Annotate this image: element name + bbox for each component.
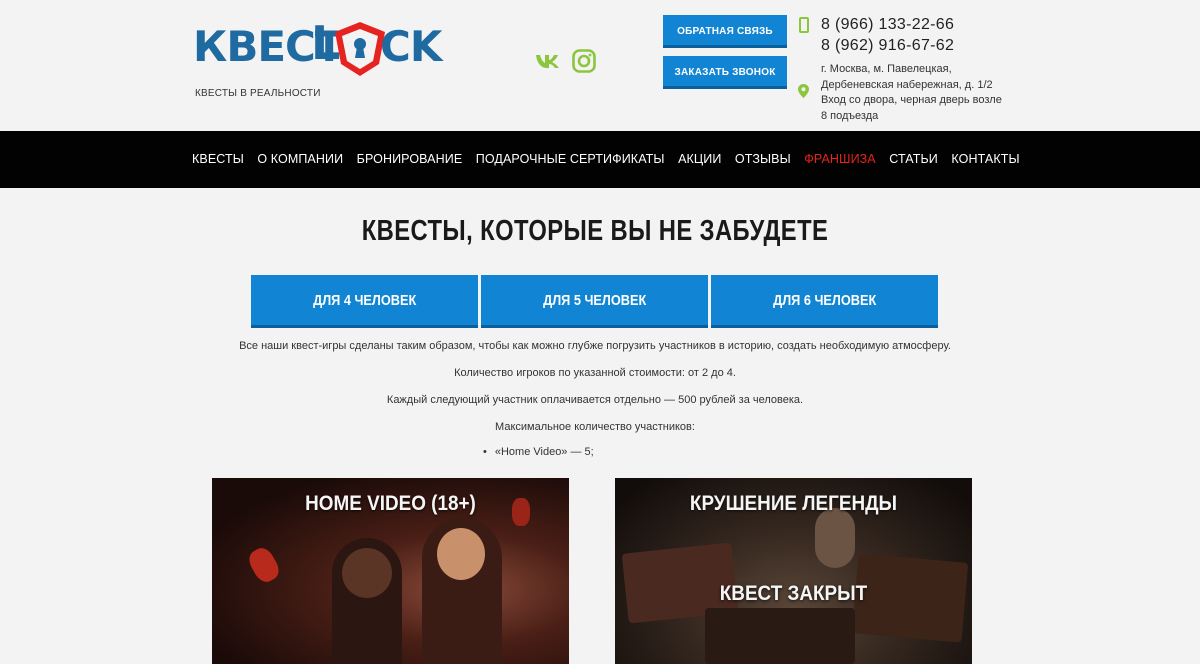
location-pin-icon bbox=[798, 84, 809, 98]
phone-number-1[interactable]: 8 (966) 133-22-66 bbox=[821, 16, 954, 34]
intro-paragraph: Все наши квест-игры сделаны таким образо… bbox=[239, 340, 951, 352]
phone-number-2[interactable]: 8 (962) 916-67-62 bbox=[821, 37, 954, 55]
main-nav: КВЕСТЫ О КОМПАНИИ БРОНИРОВАНИЕ ПОДАРОЧНЫ… bbox=[0, 131, 1200, 188]
card-title: HOME VIDEO (18+) bbox=[305, 492, 476, 515]
nav-item-contacts[interactable]: КОНТАКТЫ bbox=[951, 152, 1019, 166]
tagline: КВЕСТЫ В РЕАЛЬНОСТИ bbox=[195, 88, 321, 99]
logo[interactable]: КВЕСТ L CK bbox=[193, 18, 483, 88]
tab-5-people[interactable]: ДЛЯ 5 ЧЕЛОВЕК bbox=[481, 275, 708, 328]
nav-item-quests[interactable]: КВЕСТЫ bbox=[192, 152, 244, 166]
list-item: «Home Video» — 5; bbox=[483, 446, 594, 458]
max-players-paragraph: Максимальное количество участников: bbox=[495, 421, 695, 433]
group-size-tabs: ДЛЯ 4 ЧЕЛОВЕК ДЛЯ 5 ЧЕЛОВЕК ДЛЯ 6 ЧЕЛОВЕ… bbox=[251, 275, 938, 328]
quest-card-legend-crash[interactable]: КРУШЕНИЕ ЛЕГЕНДЫ КВЕСТ ЗАКРЫТ bbox=[615, 478, 972, 664]
nav-item-franchise[interactable]: ФРАНШИЗА bbox=[804, 152, 876, 166]
page-title: КВЕСТЫ, КОТОРЫЕ ВЫ НЕ ЗАБУДЕТЕ bbox=[361, 215, 829, 247]
quest-card-home-video[interactable]: HOME VIDEO (18+) bbox=[212, 478, 569, 664]
tab-label: ДЛЯ 4 ЧЕЛОВЕК bbox=[312, 292, 417, 309]
vk-icon[interactable] bbox=[535, 48, 561, 74]
instagram-icon[interactable] bbox=[571, 48, 597, 74]
lock-shield-icon bbox=[335, 22, 385, 76]
tab-label: ДЛЯ 5 ЧЕЛОВЕК bbox=[542, 292, 647, 309]
card-title: КРУШЕНИЕ ЛЕГЕНДЫ bbox=[689, 492, 898, 515]
tab-label: ДЛЯ 6 ЧЕЛОВЕК bbox=[772, 292, 877, 309]
quest-closed-label: КВЕСТ ЗАКРЫТ bbox=[719, 582, 868, 605]
site-header: КВЕСТ L CK КВЕСТЫ В РЕАЛЬНОСТИ ОБРАТНАЯ … bbox=[0, 0, 1200, 131]
nav-item-articles[interactable]: СТАТЬИ bbox=[889, 152, 938, 166]
nav-item-gift-certificates[interactable]: ПОДАРОЧНЫЕ СЕРТИФИКАТЫ bbox=[476, 152, 665, 166]
feedback-button[interactable]: ОБРАТНАЯ СВЯЗЬ bbox=[663, 15, 787, 48]
social-links bbox=[535, 48, 597, 74]
nav-item-about[interactable]: О КОМПАНИИ bbox=[257, 152, 343, 166]
player-count-paragraph: Количество игроков по указанной стоимост… bbox=[454, 367, 736, 379]
phone-icon bbox=[799, 17, 809, 33]
nav-item-booking[interactable]: БРОНИРОВАНИЕ bbox=[357, 152, 463, 166]
extra-player-price-paragraph: Каждый следующий участник оплачивается о… bbox=[386, 394, 804, 406]
tab-4-people[interactable]: ДЛЯ 4 ЧЕЛОВЕК bbox=[251, 275, 478, 328]
nav-item-reviews[interactable]: ОТЗЫВЫ bbox=[735, 152, 791, 166]
callback-button[interactable]: ЗАКАЗАТЬ ЗВОНОК bbox=[663, 56, 787, 89]
address: г. Москва, м. Павелецкая, Дербеневская н… bbox=[821, 63, 1002, 122]
logo-text-ck: CK bbox=[380, 22, 442, 71]
nav-item-promotions[interactable]: АКЦИИ bbox=[678, 152, 721, 166]
tab-6-people[interactable]: ДЛЯ 6 ЧЕЛОВЕК bbox=[711, 275, 938, 328]
